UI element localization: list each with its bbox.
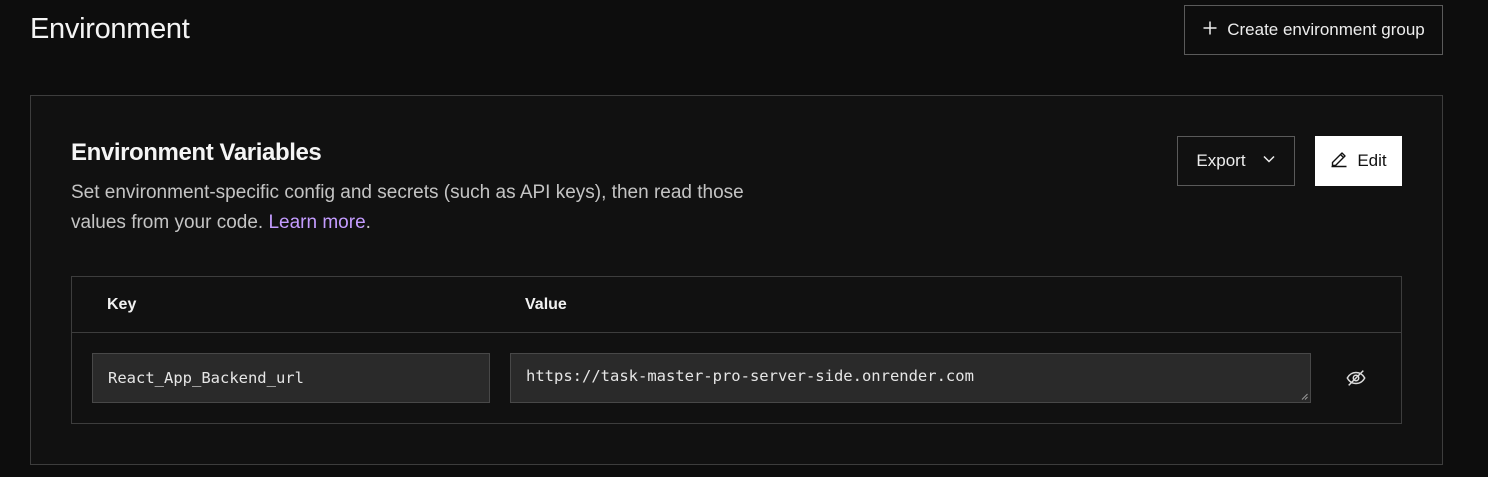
export-dropdown-button[interactable]: Export [1177,136,1295,186]
plus-icon [1202,20,1218,41]
table-row: React_App_Backend_url https://task-maste… [72,333,1401,423]
resize-handle-icon[interactable] [1301,393,1308,400]
column-header-value: Value [525,296,567,313]
environment-page: Environment Create environment group Env… [0,0,1488,477]
chevron-down-icon [1262,151,1276,171]
create-environment-group-label: Create environment group [1227,20,1425,39]
environment-variables-panel: Environment Variables Set environment-sp… [30,95,1443,465]
column-header-key: Key [107,296,137,313]
eye-off-icon[interactable] [1340,362,1372,394]
export-label: Export [1196,151,1246,170]
description-text: Set environment-specific config and secr… [71,182,744,233]
description-period: . [365,212,371,233]
learn-more-link[interactable]: Learn more [268,212,365,233]
pencil-icon [1330,150,1348,173]
value-text: https://task-master-pro-server-side.onre… [526,367,974,385]
section-description: Set environment-specific config and secr… [71,178,791,238]
page-title: Environment [30,13,190,45]
value-textarea[interactable]: https://task-master-pro-server-side.onre… [510,353,1311,403]
edit-label: Edit [1357,151,1387,170]
table-header: Key Value [72,277,1401,333]
create-environment-group-button[interactable]: Create environment group [1184,5,1443,55]
env-vars-table: Key Value React_App_Backend_url https://… [71,276,1402,424]
section-title: Environment Variables [71,139,322,166]
key-input[interactable]: React_App_Backend_url [92,353,490,403]
edit-button[interactable]: Edit [1315,136,1402,186]
